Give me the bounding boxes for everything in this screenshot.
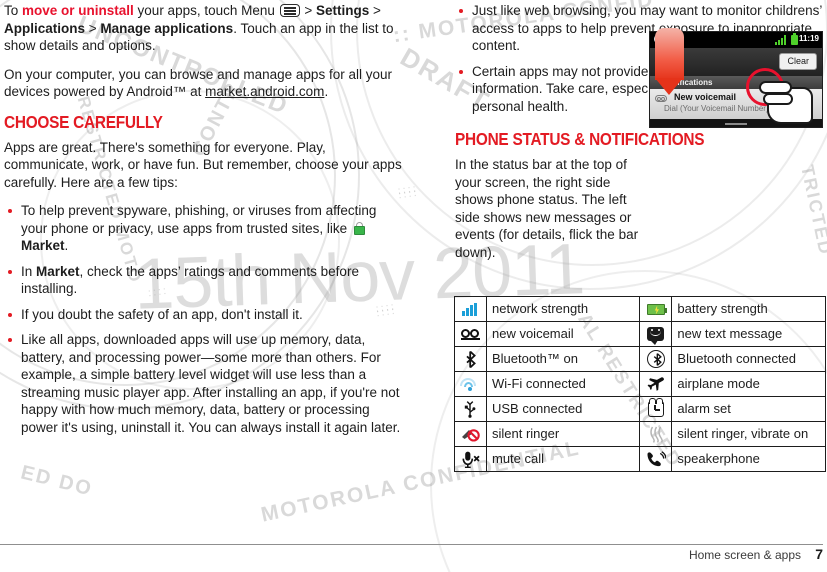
bold-applications: Applications — [4, 20, 86, 36]
text-fragment: > — [85, 20, 101, 36]
intro-paragraph-2: On your computer, you can browse and man… — [4, 66, 404, 101]
choose-carefully-intro: Apps are great. There's something for ev… — [4, 139, 402, 190]
section-heading-phone-status: Phone status & notifications — [455, 129, 705, 149]
table-row: Wi-Fi connected airplane mode — [454, 371, 826, 397]
phone-status-intro: In the status bar at the top of your scr… — [455, 157, 639, 260]
status-icon-label: speakerphone — [671, 446, 826, 472]
intro-paragraph-1: To move or uninstall your apps, touch Me… — [4, 2, 404, 55]
list-item: In Market, check the apps’ ratings and c… — [4, 263, 404, 298]
status-icon-label: Wi-Fi connected — [485, 371, 641, 397]
status-icon-label: Bluetooth connected — [671, 346, 826, 372]
voicemail-icon — [454, 321, 487, 347]
text-fragment: > — [300, 3, 317, 18]
page-footer: Home screen & apps 7 — [0, 544, 827, 564]
status-icon-label: new voicemail — [485, 321, 641, 347]
text-fragment: To — [4, 3, 23, 18]
silent-ringer-icon — [454, 421, 487, 447]
status-icon-label: airplane mode — [671, 371, 826, 397]
status-icon-label: network strength — [485, 296, 641, 322]
market-bag-icon — [353, 221, 366, 235]
status-icon-label: battery strength — [671, 296, 826, 322]
drag-down-arrow-icon — [655, 28, 684, 96]
text-fragment: Like all apps, downloaded apps will use … — [21, 332, 401, 435]
text-fragment: To help prevent spyware, phishing, or vi… — [21, 203, 377, 236]
airplane-icon — [639, 371, 673, 397]
wifi-icon — [454, 371, 487, 397]
battery-icon — [791, 33, 798, 45]
emphasis-move-or-uninstall: move or uninstall — [22, 3, 134, 18]
bold-settings: Settings — [316, 3, 370, 18]
status-icon-label: silent ringer — [485, 421, 641, 447]
finger-touch-icon — [759, 75, 815, 125]
bold-market: Market — [36, 263, 80, 279]
bluetooth-icon — [454, 346, 487, 372]
usb-icon — [454, 396, 487, 422]
status-icon-label: USB connected — [485, 396, 641, 422]
alarm-clock-icon — [639, 396, 673, 422]
list-item: If you doubt the safety of an app, don't… — [4, 306, 404, 324]
status-icon-label: mute call — [485, 446, 641, 472]
market-android-link[interactable]: market.android.com — [205, 84, 324, 99]
text-fragment: . — [64, 238, 69, 253]
menu-key-icon — [279, 4, 300, 17]
text-fragment: . — [324, 84, 329, 99]
page-number: 7 — [815, 546, 823, 562]
list-item: To help prevent spyware, phishing, or vi… — [4, 202, 404, 255]
status-icon-label: silent ringer, vibrate on — [671, 421, 826, 447]
list-item: Like all apps, downloaded apps will use … — [4, 331, 404, 436]
text-fragment: If you doubt the safety of an app, don't… — [21, 306, 303, 322]
text-fragment: On your computer, you can browse and man… — [4, 66, 392, 100]
bold-manage-applications: Manage applications — [100, 20, 234, 36]
left-column: To move or uninstall your apps, touch Me… — [4, 0, 404, 444]
vibrate-icon — [639, 421, 673, 447]
table-row: mute call speakerphone — [454, 446, 826, 472]
clear-button[interactable]: Clear — [779, 53, 817, 70]
table-row: Bluetooth™ on Bluetooth connected — [454, 346, 826, 372]
status-icon-label: Bluetooth™ on — [485, 346, 641, 372]
signal-bars-icon — [454, 296, 487, 322]
right-column: Just like web browsing, you may want to … — [454, 0, 826, 472]
section-heading-choose-carefully: Choose carefully — [4, 111, 163, 132]
text-fragment: In — [21, 263, 37, 279]
table-row: network strength battery strength — [454, 296, 826, 322]
sms-bubble-icon — [639, 321, 673, 347]
status-icon-table: network strength battery strength new vo… — [454, 296, 826, 472]
status-icon-label: new text message — [671, 321, 826, 347]
mute-call-icon — [454, 446, 487, 472]
speakerphone-icon — [639, 446, 673, 472]
status-icon-label: alarm set — [671, 396, 826, 422]
text-fragment: > — [369, 3, 381, 18]
choose-carefully-bullet-list: To help prevent spyware, phishing, or vi… — [4, 202, 404, 436]
bold-market: Market — [21, 238, 65, 253]
battery-charging-icon — [639, 296, 673, 322]
status-time: 11:19 — [798, 34, 819, 43]
text-fragment: your apps, touch Menu — [133, 3, 279, 18]
bluetooth-connected-icon — [639, 346, 673, 372]
table-row: silent ringer silent ringer, vibrate on — [454, 421, 826, 447]
signal-bars-icon — [775, 35, 786, 45]
footer-section-label: Home screen & apps — [688, 548, 801, 562]
voicemail-icon — [655, 95, 667, 102]
footer-divider — [0, 544, 823, 545]
table-row: USB connected alarm set — [454, 396, 826, 422]
table-row: new voicemail new text message — [454, 321, 826, 347]
